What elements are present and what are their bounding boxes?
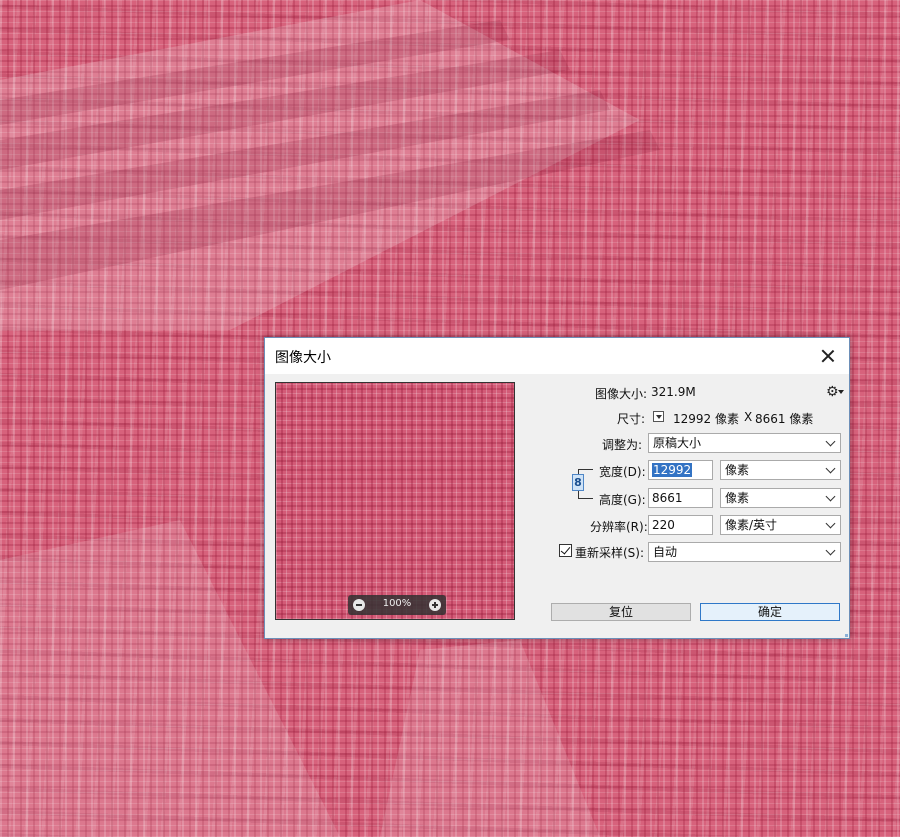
reset-button[interactable]: 复位 [551,603,691,621]
dimensions-dropdown-icon[interactable] [653,411,664,422]
resolution-unit-select[interactable]: 像素/英寸 [720,515,841,535]
height-label: 高度(G): [599,493,646,507]
link-chain-icon[interactable]: 8 [572,474,584,491]
chevron-down-icon [825,545,836,556]
dimensions-label: 尺寸: [617,412,646,426]
dimensions-separator: X [744,410,753,424]
image-size-value: 321.9M [651,385,696,399]
close-icon[interactable] [815,344,841,368]
ok-button[interactable]: 确定 [700,603,840,621]
resolution-unit: 像素/英寸 [725,518,778,532]
dimensions-height: 8661 像素 [755,412,814,426]
gear-icon[interactable]: ⚙ [826,384,839,400]
resample-checkbox[interactable] [559,544,572,557]
height-unit: 像素 [725,491,750,505]
resample-label: 重新采样(S): [575,546,645,560]
zoom-in-icon[interactable] [429,599,441,611]
resize-grip-icon[interactable] [845,634,848,637]
chevron-down-icon [825,518,836,529]
image-size-label: 图像大小: [595,387,648,401]
resolution-input[interactable]: 220 [648,515,713,535]
image-preview[interactable]: 100% [275,382,515,620]
zoom-out-icon[interactable] [353,599,365,611]
chevron-down-icon [825,436,836,447]
zoom-level: 100% [382,598,412,609]
height-value: 8661 [652,491,683,505]
dialog-title: 图像大小 [275,350,331,366]
width-label: 宽度(D): [599,465,646,479]
dialog-titlebar: 图像大小 [265,338,849,374]
fit-to-select[interactable]: 原稿大小 [648,433,841,453]
height-input[interactable]: 8661 [648,488,713,508]
width-value: 12992 [652,463,693,477]
height-unit-select[interactable]: 像素 [720,488,841,508]
width-unit-select[interactable]: 像素 [720,460,841,480]
image-size-dialog: 图像大小 100% 图像大小: 321.9M ⚙ 尺寸: 12992 像素 X … [264,337,850,639]
resample-value: 自动 [653,545,678,559]
dimensions-width: 12992 像素 [673,412,739,426]
chevron-down-icon [825,463,836,474]
resolution-value: 220 [652,518,675,532]
width-input[interactable]: 12992 [648,460,713,480]
fit-to-value: 原稿大小 [653,436,702,450]
gear-menu-arrow-icon [838,390,844,394]
resample-method-select[interactable]: 自动 [648,542,841,562]
width-unit: 像素 [725,463,750,477]
chevron-down-icon [825,491,836,502]
zoom-bar: 100% [348,595,446,615]
fit-to-label: 调整为: [602,438,643,452]
resolution-label: 分辨率(R): [590,520,648,534]
